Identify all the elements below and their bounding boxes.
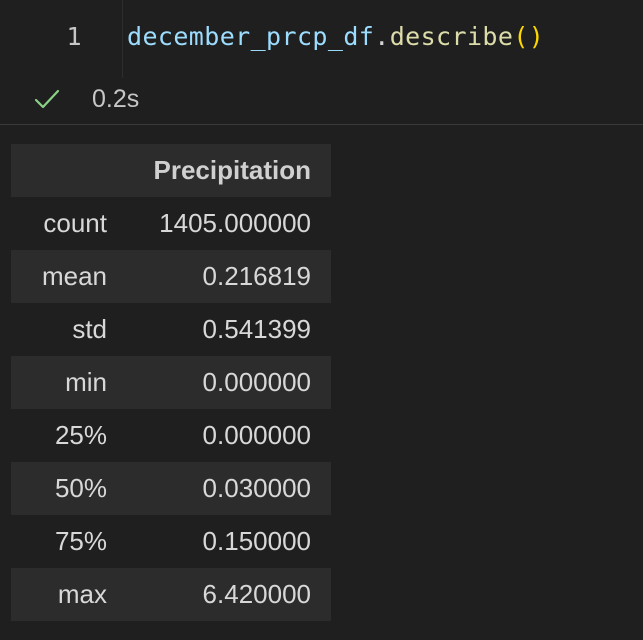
row-value: 0.216819 [202, 261, 311, 291]
table-row: count 1405.000000 [11, 197, 331, 250]
row-value: 6.420000 [202, 579, 311, 609]
row-value: 0.541399 [202, 314, 311, 344]
index-header [11, 144, 111, 197]
row-index: mean [41, 261, 107, 291]
table-row: min 0.000000 [11, 356, 331, 409]
dataframe-table: Precipitation count 1405.000000 mean 0.2… [11, 144, 331, 621]
code-variable: december_prcp_df [127, 22, 375, 51]
row-index: min [65, 367, 107, 397]
cell-output: Precipitation count 1405.000000 mean 0.2… [11, 144, 331, 621]
row-index: count [43, 208, 107, 238]
table-header-row: Precipitation [11, 144, 331, 197]
row-index: max [57, 579, 107, 609]
column-header-precipitation: Precipitation [153, 155, 311, 185]
output-separator [0, 124, 643, 125]
execution-status: 0.2s [0, 78, 643, 122]
table-row: mean 0.216819 [11, 250, 331, 303]
row-index: std [72, 314, 107, 344]
code-editor[interactable]: 1 december_prcp_df.describe() [0, 0, 643, 78]
row-value: 1405.000000 [159, 208, 311, 238]
table-row: 25% 0.000000 [11, 409, 331, 462]
table-row: 50% 0.030000 [11, 462, 331, 515]
row-value: 0.030000 [202, 473, 311, 503]
code-parens: () [513, 22, 545, 51]
code-line[interactable]: december_prcp_df.describe() [127, 22, 544, 51]
row-value: 0.000000 [202, 420, 311, 450]
notebook-cell: 1 december_prcp_df.describe() 0.2s Preci… [0, 0, 643, 640]
code-dot: . [374, 22, 390, 51]
line-number: 1 [66, 22, 82, 51]
row-index: 75% [54, 526, 107, 556]
row-index: 50% [54, 473, 107, 503]
row-value: 0.000000 [202, 367, 311, 397]
table-row: max 6.420000 [11, 568, 331, 621]
row-value: 0.150000 [202, 526, 311, 556]
row-index: 25% [54, 420, 107, 450]
table-row: std 0.541399 [11, 303, 331, 356]
code-method: describe [389, 22, 514, 51]
execution-time: 0.2s [92, 85, 140, 113]
gutter-divider [122, 0, 123, 78]
table-row: 75% 0.150000 [11, 515, 331, 568]
check-icon [34, 89, 60, 109]
